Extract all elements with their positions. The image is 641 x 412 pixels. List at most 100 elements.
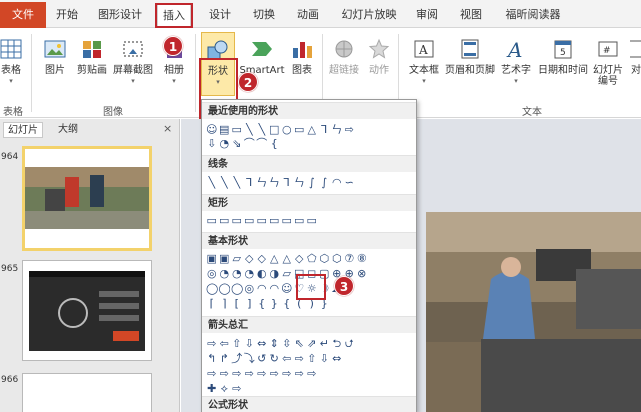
round-rect-icon[interactable]: ▭ bbox=[306, 214, 318, 227]
tab-outline[interactable]: 大纲 bbox=[58, 122, 78, 138]
octagon-icon[interactable]: ⬡ bbox=[331, 252, 343, 265]
tab-shape-design[interactable]: 图形设计 bbox=[92, 5, 148, 25]
datetime-button[interactable]: 5 日期和时间 bbox=[536, 36, 590, 77]
curved-arrow-icon[interactable]: ⤴ bbox=[231, 352, 243, 365]
rounded-rect-icon[interactable]: ▭ bbox=[219, 214, 231, 227]
shape-row-lines[interactable]: ╲ ╲ ╲ ⅂ ㄣ ㄣ ⅂ ㄣ ∫ ∫ ◠ ∽ bbox=[206, 176, 355, 189]
close-icon[interactable]: × bbox=[163, 122, 172, 135]
right-arrow-icon[interactable]: ⇨ bbox=[344, 123, 356, 136]
pie-icon[interactable]: ◔ bbox=[231, 267, 243, 280]
diamond-icon[interactable]: ◇ bbox=[256, 252, 268, 265]
double-arrow-line-icon[interactable]: ╲ bbox=[231, 176, 243, 189]
brace-icon[interactable]: } bbox=[269, 297, 281, 310]
chord-icon[interactable]: ◔ bbox=[244, 267, 256, 280]
line-icon[interactable]: ╲ bbox=[244, 123, 256, 136]
smiley-face-icon[interactable]: ☺ bbox=[206, 123, 218, 136]
circular-arrow-icon[interactable]: ↻ bbox=[269, 352, 281, 365]
teardrop-icon[interactable]: ◐ bbox=[256, 267, 268, 280]
arrow-callout-icon[interactable]: ⇨ bbox=[294, 352, 306, 365]
frame-icon[interactable]: ▱ bbox=[281, 267, 293, 280]
bracket-icon[interactable]: ] bbox=[244, 297, 256, 310]
elbow-connector-icon[interactable]: ㄣ bbox=[331, 123, 343, 136]
chevron-arrow-icon[interactable]: ⇨ bbox=[244, 367, 256, 380]
right-arrow-icon[interactable]: ⇨ bbox=[206, 337, 218, 350]
snip-round-rect-icon[interactable]: ▭ bbox=[269, 214, 281, 227]
bracket-icon[interactable]: ⌈ bbox=[206, 297, 218, 310]
shape-row-recent-2[interactable]: ⇩ ◔ ⇘ ⌒ ⌒ { bbox=[206, 137, 280, 150]
arrow-callout-icon[interactable]: ⇩ bbox=[319, 352, 331, 365]
arrow-callout-icon[interactable]: ⇧ bbox=[306, 352, 318, 365]
arrow-callout-icon[interactable]: ⇨ bbox=[306, 367, 318, 380]
cube-icon[interactable]: ◯ bbox=[231, 282, 243, 295]
bevel-icon[interactable]: ◎ bbox=[244, 282, 256, 295]
shape-row-arrows-2[interactable]: ↰ ↱ ⤴ ⤵ ↺ ↻ ⇦ ⇨ ⇧ ⇩ ⇔ bbox=[206, 352, 343, 365]
round-rect-icon[interactable]: ▭ bbox=[281, 214, 293, 227]
elbow-connector-icon[interactable]: ㄣ bbox=[269, 176, 281, 189]
arrow-callout-icon[interactable]: ⇨ bbox=[281, 367, 293, 380]
pentagon-arrow-icon[interactable]: ⇨ bbox=[231, 367, 243, 380]
no-symbol-icon[interactable]: ⊗ bbox=[356, 267, 368, 280]
triangle-icon[interactable]: △ bbox=[306, 123, 318, 136]
rounded-rect-icon[interactable]: ▭ bbox=[294, 123, 306, 136]
oval-icon[interactable]: ○ bbox=[281, 123, 293, 136]
tab-slideshow[interactable]: 幻灯片放映 bbox=[337, 5, 401, 25]
arrow-callout-icon[interactable]: ⇨ bbox=[294, 367, 306, 380]
u-turn-arrow-icon[interactable]: ⮍ bbox=[344, 337, 356, 350]
hexagon-icon[interactable]: ⬡ bbox=[319, 252, 331, 265]
pentagon-icon[interactable]: ⬠ bbox=[306, 252, 318, 265]
circular-arrow-icon[interactable]: ⟡ bbox=[219, 382, 231, 395]
picture-button[interactable]: 图片 bbox=[40, 36, 70, 77]
bracket-icon[interactable]: ⌉ bbox=[219, 297, 231, 310]
quad-arrow-callout-icon[interactable]: ✚ bbox=[206, 382, 218, 395]
can-icon[interactable]: ◯ bbox=[219, 282, 231, 295]
round-rect-icon[interactable]: ▭ bbox=[294, 214, 306, 227]
arc-icon[interactable]: ⌒ bbox=[244, 137, 256, 150]
lightning-icon[interactable]: ⇘ bbox=[231, 137, 243, 150]
diamond-icon[interactable]: ◇ bbox=[294, 252, 306, 265]
brace-icon[interactable]: { bbox=[281, 297, 293, 310]
brace-icon[interactable]: { bbox=[256, 297, 268, 310]
slide-thumbnail-965[interactable] bbox=[22, 260, 152, 361]
parallelogram-icon[interactable]: ▱ bbox=[231, 252, 243, 265]
textbox-shape-icon[interactable]: ▣ bbox=[219, 252, 231, 265]
smiley-face-icon[interactable]: ☺ bbox=[281, 282, 293, 295]
line-icon[interactable]: ╲ bbox=[206, 176, 218, 189]
snip-rect-icon[interactable]: ▭ bbox=[231, 214, 243, 227]
tab-animations[interactable]: 动画 bbox=[293, 5, 323, 25]
rectangle-icon[interactable]: ▭ bbox=[206, 214, 218, 227]
rectangle-icon[interactable]: □ bbox=[269, 123, 281, 136]
line-icon[interactable]: ╲ bbox=[256, 123, 268, 136]
arrow-line-icon[interactable]: ╲ bbox=[219, 176, 231, 189]
up-down-arrow-icon[interactable]: ⇕ bbox=[269, 337, 281, 350]
left-right-arrow-icon[interactable]: ⇔ bbox=[256, 337, 268, 350]
header-footer-button[interactable]: 页眉和页脚 bbox=[443, 36, 497, 77]
down-arrow-icon[interactable]: ⇩ bbox=[206, 137, 218, 150]
down-arrow-icon[interactable]: ⇩ bbox=[244, 337, 256, 350]
arrow-icon[interactable]: ⇖ bbox=[294, 337, 306, 350]
tab-foxit-reader[interactable]: 福昕阅读器 bbox=[502, 5, 564, 25]
arrow-callout-icon[interactable]: ⇦ bbox=[281, 352, 293, 365]
shape-row-arrows-4[interactable]: ✚ ⟡ ⇨ bbox=[206, 382, 243, 395]
shape-row-basic-1[interactable]: ▣ ▣ ▱ ◇ ◇ △ △ ◇ ⬠ ⬡ ⬡ ⑦ ⑧ bbox=[206, 252, 368, 265]
folded-corner-icon[interactable]: ◠ bbox=[269, 282, 281, 295]
bent-up-arrow-icon[interactable]: ↰ bbox=[206, 352, 218, 365]
elbow-connector-icon[interactable]: ⅂ bbox=[244, 176, 256, 189]
shape-icon[interactable]: ▤ bbox=[219, 123, 231, 136]
left-arrow-icon[interactable]: ⇦ bbox=[219, 337, 231, 350]
snip-rect-icon[interactable]: ▭ bbox=[256, 214, 268, 227]
elbow-connector-icon[interactable]: ⅂ bbox=[319, 123, 331, 136]
textbox-shape-icon[interactable]: ▣ bbox=[206, 252, 218, 265]
chart-button[interactable]: 图表 bbox=[288, 36, 316, 77]
donut-icon[interactable]: ◯ bbox=[206, 282, 218, 295]
wordart-button[interactable]: A 艺术字 ▾ bbox=[498, 36, 534, 85]
action-button[interactable]: 动作 bbox=[364, 36, 394, 77]
tab-file[interactable]: 文件 bbox=[0, 2, 46, 28]
tab-home[interactable]: 开始 bbox=[52, 5, 82, 25]
shape-row-arrows-3[interactable]: ⇨ ⇨ ⇨ ⇨ ⇨ ⇨ ⇨ ⇨ ⇨ bbox=[206, 367, 318, 380]
textbox-button[interactable]: A 文本框 ▾ bbox=[406, 36, 442, 85]
brace-icon[interactable]: { bbox=[269, 137, 281, 150]
right-arrow-icon[interactable]: ⇨ bbox=[231, 382, 243, 395]
notched-arrow-icon[interactable]: ⇨ bbox=[219, 367, 231, 380]
shape-icon[interactable]: ▭ bbox=[231, 123, 243, 136]
scribble-icon[interactable]: ∽ bbox=[344, 176, 356, 189]
